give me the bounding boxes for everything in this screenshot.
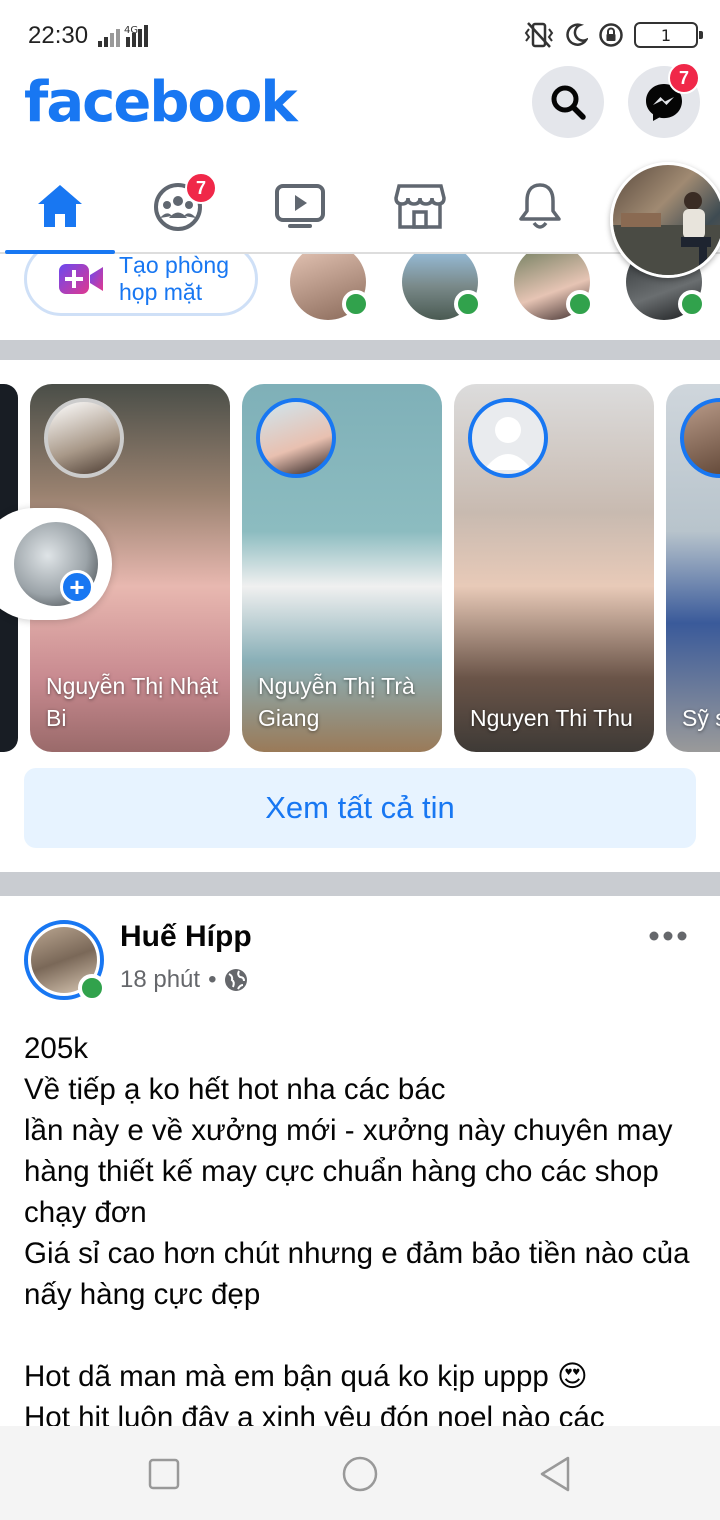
story-card[interactable]: Sỹ s (666, 384, 720, 752)
main-nav: 7 (0, 160, 720, 278)
post-line: Giá sỉ cao hơn chút nhưng e đảm bảo tiền… (24, 1237, 690, 1311)
tab-groups[interactable]: 7 (125, 160, 235, 252)
recent-apps-icon[interactable] (144, 1454, 184, 1494)
watch-icon (275, 184, 325, 228)
signal-icon: 4G (98, 25, 148, 47)
create-room-label: Tạo phòng họp mặt (119, 254, 229, 305)
post-line: Hot hit luôn đây ạ xinh yêu đón noel nào… (24, 1401, 605, 1426)
story-card[interactable]: Nguyễn Thị Trà Giang (242, 384, 442, 752)
online-indicator (342, 290, 370, 318)
messenger-badge: 7 (668, 62, 700, 94)
online-indicator (678, 290, 706, 318)
online-indicator (78, 974, 106, 1002)
groups-badge: 7 (185, 172, 217, 204)
tab-home[interactable] (5, 160, 115, 254)
marketplace-icon (394, 184, 446, 229)
rooms-row: Tạo phòng họp mặt (0, 254, 720, 340)
more-options-icon[interactable] (648, 924, 688, 948)
battery-icon: 1 (634, 22, 703, 48)
system-navigation-bar (0, 1426, 720, 1520)
story-avatar (468, 398, 548, 478)
lock-rotation-icon (599, 23, 623, 47)
stories-section: Nguyễn Thị Nhật Bi Nguyễn Thị Trà Giang … (0, 360, 720, 872)
moon-icon (566, 23, 588, 46)
battery-level: 1 (660, 25, 672, 45)
search-icon (551, 85, 586, 120)
tab-watch[interactable] (245, 160, 355, 252)
facebook-logo[interactable]: facebook (24, 70, 298, 135)
story-name: Sỹ s (682, 705, 720, 731)
post-meta: 18 phút • (120, 966, 248, 994)
post-text: 205k Về tiếp ạ ko hết hot nha các bác lầ… (24, 1028, 704, 1426)
post-line: Hot dã man mà em bận quá ko kịp uppp 😍 (24, 1360, 588, 1393)
tab-marketplace[interactable] (365, 160, 475, 252)
status-icons: 1 (524, 20, 703, 50)
search-button[interactable] (532, 66, 604, 138)
story-name: Nguyen Thi Thu (470, 705, 633, 731)
post-line: lần này e về xưởng mới - xưởng này chuyê… (24, 1114, 673, 1229)
app-header: facebook 7 (0, 62, 720, 156)
online-indicator (454, 290, 482, 318)
post-time[interactable]: 18 phút (120, 966, 200, 994)
back-icon[interactable] (536, 1454, 576, 1494)
create-room-button[interactable]: Tạo phòng họp mặt (24, 254, 258, 316)
status-bar: 22:30 4G 1 (0, 0, 720, 66)
plus-icon: + (60, 570, 94, 604)
story-avatar (44, 398, 124, 478)
meta-separator: • (208, 966, 217, 993)
story-avatar (256, 398, 336, 478)
post-line: 205k (24, 1032, 88, 1065)
home-button-icon[interactable] (340, 1454, 380, 1494)
vibrate-icon (524, 22, 554, 48)
post-line: Về tiếp ạ ko hết hot nha các bác (24, 1073, 446, 1106)
video-plus-icon (59, 264, 103, 294)
messenger-button[interactable]: 7 (628, 62, 700, 138)
see-all-stories-button[interactable]: Xem tất cả tin (24, 768, 696, 848)
network-label: 4G (124, 25, 138, 36)
online-indicator (566, 290, 594, 318)
feed-post: Huế Hípp 18 phút • 205k Về tiếp ạ ko hết… (0, 896, 720, 1426)
notifications-icon (519, 183, 561, 229)
post-author-name[interactable]: Huế Hípp (120, 920, 252, 954)
story-name: Nguyễn Thị Nhật Bi (46, 673, 219, 731)
tab-notifications[interactable] (485, 160, 595, 252)
home-icon (38, 185, 82, 227)
tab-profile-avatar[interactable] (610, 162, 720, 278)
globe-icon (225, 969, 248, 991)
profile-photo (613, 192, 720, 275)
story-name: Nguyễn Thị Trà Giang (258, 673, 415, 731)
section-divider (0, 340, 720, 360)
story-card[interactable]: Nguyen Thi Thu (454, 384, 654, 752)
section-divider (0, 872, 720, 896)
create-story-button[interactable]: + (0, 508, 112, 620)
default-avatar-icon (484, 417, 532, 470)
story-avatar (680, 398, 720, 478)
status-time: 22:30 (28, 22, 89, 49)
